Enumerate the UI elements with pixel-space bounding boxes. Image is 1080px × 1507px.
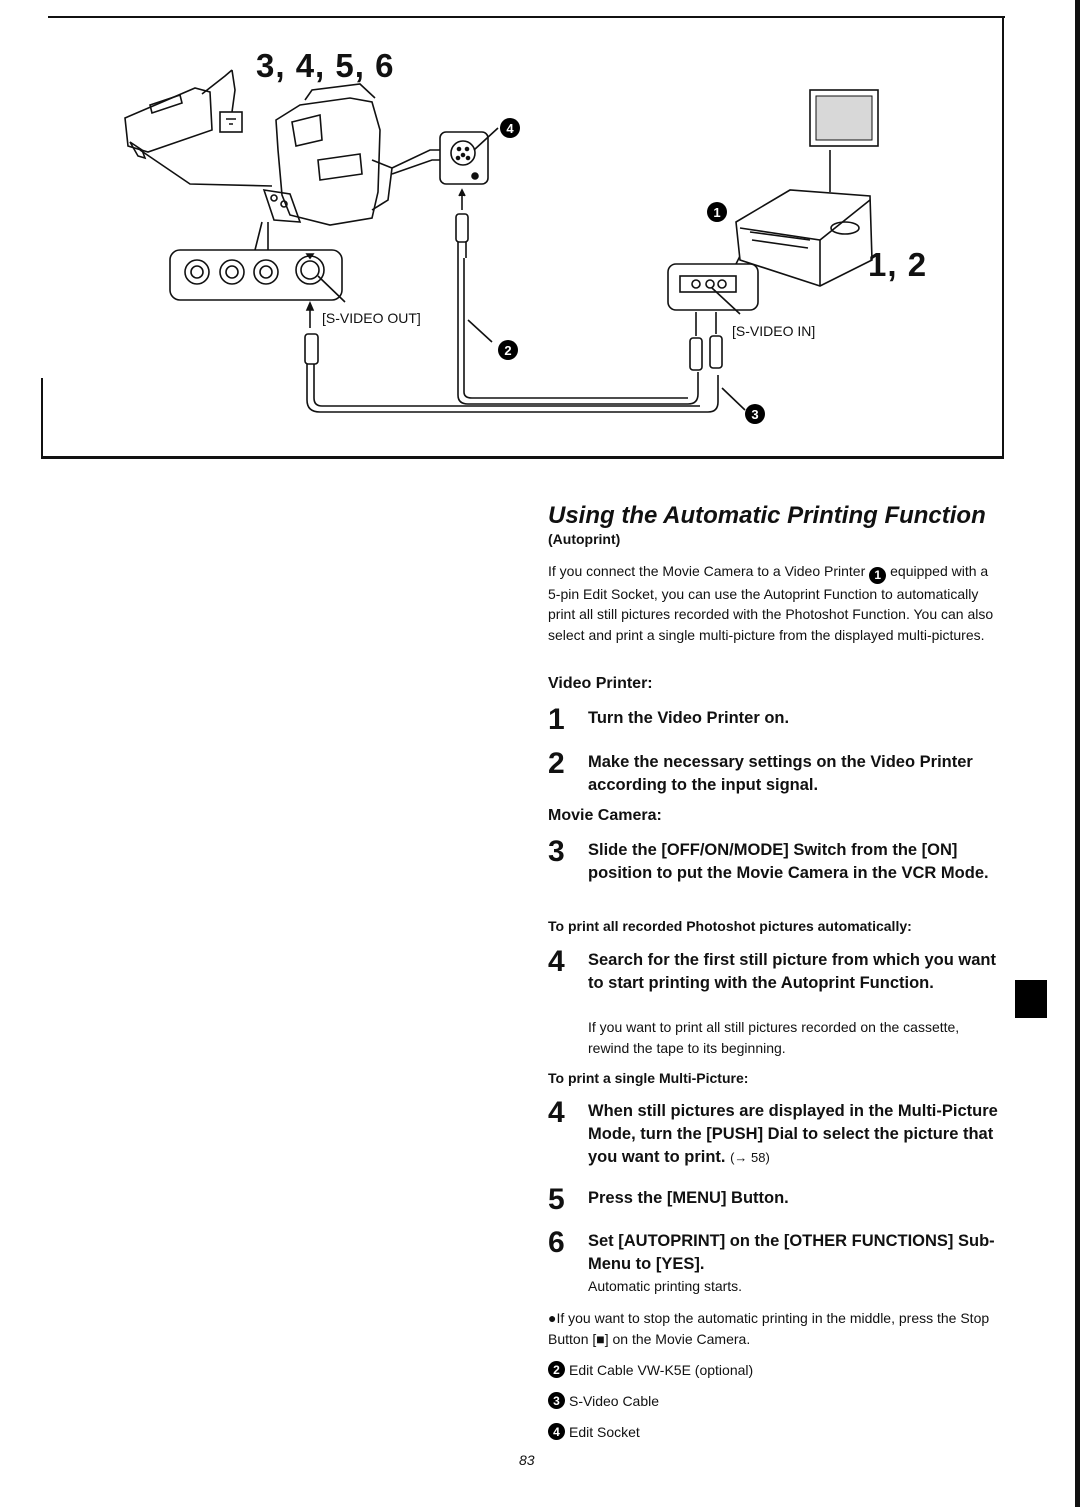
chapter-tab-marker [1015,980,1047,1018]
step-5-text: Press the [MENU] Button. [588,1189,789,1207]
video-printer-illustration [735,150,873,287]
step-1-number: 1 [548,703,565,736]
step-4-single-text: When still pictures are displayed in the… [588,1100,1018,1169]
single-print-heading: To print a single Multi-Picture: [548,1070,749,1086]
callout-3: 3 [745,404,765,424]
callout-3-number: 3 [751,407,758,422]
step-2-text: Make the necessary settings on the Video… [588,753,973,794]
video-printer-heading: Video Printer: [548,675,653,692]
callout-4-number: 4 [506,121,514,136]
s-video-out-label: [S-VIDEO OUT] [322,310,421,326]
step-4-single-body: When still pictures are displayed in the… [588,1102,998,1166]
page-number: 83 [519,1452,535,1468]
camera-jack-panel [169,249,346,328]
legend-number-4: 4 [548,1423,565,1440]
edit-cable-line [457,258,699,405]
legend-label-3: S-Video Cable [569,1392,660,1409]
tv-monitor-illustration [809,89,879,147]
edit-socket-inset [439,127,499,258]
intro-text-1: If you connect the Movie Camera to a Vid… [548,563,866,579]
step-4-auto-text: Search for the first still picture from … [588,951,996,992]
movie-camera-illustration [254,83,440,251]
section-title: Using the Automatic Printing Function [548,502,986,529]
callout-1-number: 1 [713,205,720,220]
movie-camera-heading: Movie Camera: [548,807,662,824]
auto-print-heading: To print all recorded Photoshot pictures… [548,918,912,934]
legend-label-4: Edit Socket [569,1423,640,1440]
legend-number-3: 3 [548,1392,565,1409]
ac-adaptor-illustration [124,69,273,187]
callout-2-number: 2 [504,343,511,358]
connection-diagram: 3, 4, 5, 6 1, 2 [S-VIDEO OUT] [S-VIDEO I… [124,47,927,424]
legend-item-s-video-cable: 3 S-Video Cable [548,1392,659,1409]
callout-4: 4 [500,118,520,138]
step-3-text: Slide the [OFF/ON/MODE] Switch from the … [588,841,989,882]
printer-steps-label: 1, 2 [868,246,927,283]
legend-item-edit-cable: 2 Edit Cable VW-K5E (optional) [548,1361,753,1378]
legend-label-2: Edit Cable VW-K5E (optional) [569,1361,754,1378]
camera-steps-label: 3, 4, 5, 6 [256,47,394,84]
step-4-auto-number: 4 [548,945,565,978]
stop-note-bullet: ●If you want to stop the automatic print… [548,1310,990,1347]
section-subtitle: (Autoprint) [548,531,621,547]
step-5-number: 5 [548,1183,565,1216]
callout-ref-1: 1 [869,566,887,584]
step-3-number: 3 [548,835,565,868]
legend-item-edit-socket: 4 Edit Socket [548,1423,640,1440]
s-video-in-label: [S-VIDEO IN] [732,323,815,339]
step-4-auto-note: If you want to print all still pictures … [588,1019,960,1056]
callout-1: 1 [707,202,727,222]
legend-number-2: 2 [548,1361,565,1378]
page-reference-link[interactable]: (→ 58) [730,1150,770,1165]
step-6-number: 6 [548,1226,565,1259]
step-4-single-number: 4 [548,1096,565,1129]
intro-paragraph: If you connect the Movie Camera to a Vid… [548,561,998,645]
step-6-text: Set [AUTOPRINT] on the [OTHER FUNCTIONS]… [588,1232,995,1273]
step-2-number: 2 [548,747,565,780]
step-6-note: Automatic printing starts. [588,1278,743,1294]
callout-2: 2 [498,340,518,360]
step-1-text: Turn the Video Printer on. [588,709,790,727]
